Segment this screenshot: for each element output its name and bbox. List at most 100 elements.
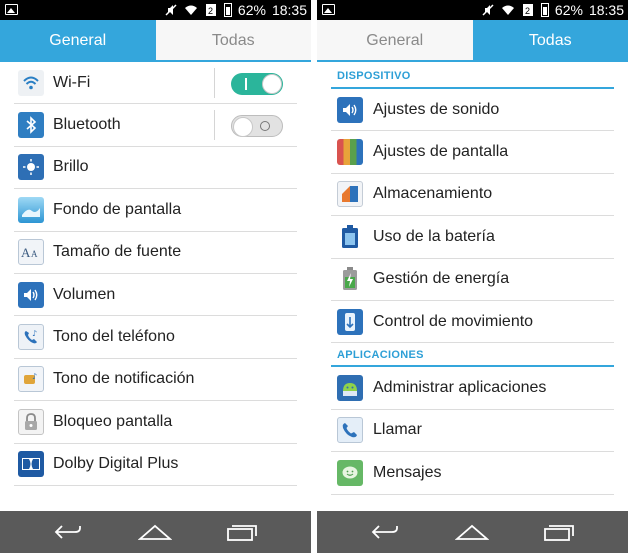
settings-item-tono-telefono[interactable]: ♪ Tono del teléfono — [14, 316, 297, 359]
wifi-signal-icon — [184, 5, 197, 15]
settings-item-almacenamiento[interactable]: Almacenamiento — [331, 174, 614, 217]
settings-item-label: Bluetooth — [53, 116, 121, 134]
bluetooth-icon — [18, 112, 44, 139]
tab-general[interactable]: General — [317, 20, 473, 62]
settings-item-tono-notificacion[interactable]: ♪ Tono de notificación — [14, 359, 297, 402]
settings-item-brillo[interactable]: Brillo — [14, 147, 297, 190]
svg-text:A: A — [21, 245, 31, 259]
settings-item-label: Control de movimiento — [373, 312, 534, 330]
settings-item-fondo[interactable]: Fondo de pantalla — [14, 189, 297, 232]
svg-text:2: 2 — [208, 6, 213, 16]
recent-apps-button[interactable] — [534, 511, 584, 553]
settings-item-label: Uso de la batería — [373, 227, 495, 245]
settings-item-bluetooth[interactable]: Bluetooth — [14, 104, 297, 147]
settings-item-administrar-apps[interactable]: Administrar aplicaciones — [331, 367, 614, 410]
notification-icon: ♪ — [18, 366, 44, 393]
battery-percent: 62% — [554, 2, 583, 18]
recent-apps-icon — [227, 525, 257, 541]
settings-item-label: Almacenamiento — [373, 185, 493, 203]
settings-item-label: Brillo — [53, 158, 89, 176]
tab-bar: General Todas — [317, 20, 628, 62]
font-size-icon: AA — [18, 239, 44, 266]
settings-item-label: Bloqueo pantalla — [53, 412, 173, 430]
display-icon — [337, 139, 363, 166]
back-icon — [54, 525, 81, 539]
settings-screen-all: 2 62% 18:35 General Todas DISPOSITIVO Aj… — [317, 0, 628, 553]
divider — [214, 110, 215, 141]
settings-item-wifi[interactable]: Wi-Fi — [14, 62, 297, 105]
settings-list: DISPOSITIVO Ajustes de sonido Ajustes de… — [317, 62, 628, 495]
sound-icon — [337, 96, 363, 123]
home-icon — [138, 524, 172, 540]
battery-status-icon — [223, 3, 232, 17]
settings-item-bloqueo[interactable]: Bloqueo pantalla — [14, 401, 297, 444]
android-icon — [337, 375, 363, 402]
settings-item-label: Tamaño de fuente — [53, 243, 182, 261]
home-icon — [455, 524, 489, 540]
settings-item-label: Llamar — [373, 421, 422, 439]
back-button[interactable] — [43, 511, 93, 553]
wifi-signal-icon — [501, 5, 514, 15]
wifi-icon — [18, 69, 44, 96]
bluetooth-toggle[interactable] — [231, 115, 283, 138]
settings-list: Wi-Fi Bluetooth Brillo Fondo de pantalla — [0, 62, 311, 486]
svg-text:A: A — [31, 249, 38, 259]
settings-screen-general: 2 62% 18:35 General Todas Wi-Fi Bluetoot… — [0, 0, 311, 553]
settings-item-energia[interactable]: Gestión de energía — [331, 259, 614, 301]
status-bar: 2 62% 18:35 — [0, 0, 311, 20]
settings-item-label: Tono de notificación — [53, 370, 195, 388]
settings-item-label: Mensajes — [373, 463, 442, 481]
settings-item-sonido[interactable]: Ajustes de sonido — [331, 89, 614, 132]
settings-item-mensajes[interactable]: Mensajes — [331, 452, 614, 495]
dolby-icon — [18, 451, 44, 478]
settings-item-label: Administrar aplicaciones — [373, 379, 547, 397]
recent-apps-icon — [544, 525, 574, 541]
gallery-notification-icon — [5, 4, 18, 15]
wallpaper-icon — [18, 196, 44, 223]
clock: 18:35 — [271, 2, 307, 18]
settings-item-dolby[interactable]: Dolby Digital Plus — [14, 444, 297, 486]
messages-icon — [337, 459, 363, 486]
tab-bar: General Todas — [0, 20, 311, 62]
brightness-icon — [18, 154, 44, 181]
mute-icon — [165, 4, 177, 16]
battery-status-icon — [540, 3, 549, 17]
status-bar: 2 62% 18:35 — [317, 0, 628, 20]
divider — [214, 68, 215, 98]
settings-item-movimiento[interactable]: Control de movimiento — [331, 301, 614, 344]
volume-icon — [18, 281, 44, 308]
settings-item-bateria[interactable]: Uso de la batería — [331, 216, 614, 259]
settings-item-label: Gestión de energía — [373, 270, 510, 288]
cell-signal-icon: 2 — [205, 4, 216, 16]
tab-todas[interactable]: Todas — [155, 20, 311, 62]
wifi-toggle[interactable] — [231, 73, 283, 95]
home-button[interactable] — [447, 511, 497, 553]
tab-general[interactable]: General — [0, 20, 156, 62]
cell-signal-icon: 2 — [522, 4, 533, 16]
battery-percent: 62% — [237, 2, 266, 18]
clock: 18:35 — [588, 2, 624, 18]
svg-text:♪: ♪ — [32, 372, 37, 381]
navigation-bar — [0, 511, 311, 553]
mute-icon — [482, 4, 494, 16]
recent-apps-button[interactable] — [217, 511, 267, 553]
back-button[interactable] — [360, 511, 410, 553]
settings-item-label: Volumen — [53, 285, 116, 303]
settings-item-volumen[interactable]: Volumen — [14, 274, 297, 317]
settings-item-label: Ajustes de sonido — [373, 100, 500, 118]
settings-item-label: Wi-Fi — [53, 73, 91, 91]
navigation-bar — [317, 511, 628, 553]
settings-item-pantalla[interactable]: Ajustes de pantalla — [331, 131, 614, 174]
settings-item-llamar[interactable]: Llamar — [331, 410, 614, 453]
power-management-icon — [337, 266, 363, 292]
svg-text:♪: ♪ — [32, 329, 37, 338]
gallery-notification-icon — [322, 4, 335, 15]
ringtone-icon: ♪ — [18, 324, 44, 351]
settings-item-tamano-fuente[interactable]: AA Tamaño de fuente — [14, 232, 297, 274]
home-button[interactable] — [130, 511, 180, 553]
tab-todas[interactable]: Todas — [472, 20, 628, 62]
settings-item-label: Ajustes de pantalla — [373, 143, 509, 161]
svg-text:2: 2 — [525, 6, 530, 16]
settings-item-label: Tono del teléfono — [53, 328, 175, 346]
storage-icon — [337, 181, 363, 208]
